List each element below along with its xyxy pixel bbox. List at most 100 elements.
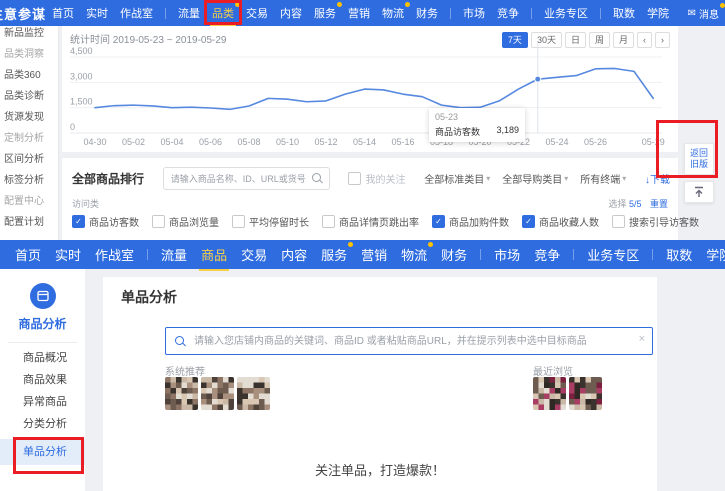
bottom-nav-item[interactable]: 交易	[241, 245, 267, 264]
filter-dropdown[interactable]: 所有终端▾	[580, 171, 626, 186]
ranking-search-input[interactable]	[169, 169, 308, 188]
sidebar-item[interactable]: 标签分析	[0, 170, 58, 191]
bottom-nav-item-label: 交易	[241, 248, 267, 263]
floating-widget: 返回 旧版	[684, 143, 714, 203]
recent-viewed-label: 最近浏览	[533, 363, 573, 378]
bottom-nav-item[interactable]: 市场	[494, 245, 520, 264]
top-nav-item[interactable]: 服务	[314, 5, 336, 21]
bottom-nav-item[interactable]: 实时	[55, 245, 81, 264]
top-nav-item-label: 流量	[178, 8, 200, 20]
top-nav-item[interactable]: 取数	[613, 5, 635, 21]
top-nav-item[interactable]: 作战室	[120, 5, 153, 21]
svg-text:05-06: 05-06	[199, 137, 222, 147]
metric-checkbox[interactable]: ✓商品加购件数	[432, 214, 509, 229]
metric-label: 商品收藏人数	[539, 214, 599, 229]
top-nav-item[interactable]: 营销	[348, 5, 370, 21]
slogan-text: 关注单品，打造爆款！	[103, 460, 657, 479]
bottom-nav-item[interactable]: 物流	[401, 245, 427, 264]
my-follow-checkbox[interactable]: 我的关注	[348, 171, 405, 186]
top-nav-item[interactable]: 首页	[52, 5, 74, 21]
metric-label: 商品浏览量	[169, 214, 219, 229]
metric-checkbox[interactable]: ✓商品访客数	[72, 214, 139, 229]
sidebar-item[interactable]: 配置计划	[0, 212, 58, 233]
metric-checkbox[interactable]: 商品浏览量	[152, 214, 219, 229]
product-thumbnail[interactable]	[201, 377, 234, 410]
svg-text:05-08: 05-08	[237, 137, 260, 147]
product-analysis-icon	[30, 283, 56, 309]
bottom-nav-item[interactable]: 服务	[321, 245, 347, 264]
product-thumbnail[interactable]	[569, 377, 602, 410]
back-to-old-version-button[interactable]: 返回 旧版	[684, 143, 714, 175]
bottom-nav-item[interactable]: 流量	[161, 245, 187, 264]
metric-checkbox[interactable]: ✓ 商品收藏人数	[522, 214, 599, 229]
filter-label: 所有终端	[580, 171, 620, 186]
bottom-nav-divider	[573, 249, 574, 260]
bottom-nav-item[interactable]: 首页	[15, 245, 41, 264]
sidebar-item[interactable]: 商品概况	[0, 347, 85, 369]
bottom-nav-item[interactable]: 业务专区	[587, 245, 639, 264]
sidebar-section-label: 品类洞察	[0, 44, 58, 65]
metric-checkbox[interactable]: 平均停留时长	[232, 214, 309, 229]
tooltip-value: 3,189	[496, 125, 519, 138]
bottom-nav-item[interactable]: 内容	[281, 245, 307, 264]
reset-button[interactable]: 重置	[650, 199, 668, 209]
sidebar-item[interactable]: 品类360	[0, 65, 58, 86]
top-nav-item[interactable]: 内容	[280, 5, 302, 21]
svg-text:05-29: 05-29	[642, 137, 665, 147]
top-nav-item[interactable]: 学院	[647, 5, 669, 21]
top-nav-item-label: 竞争	[497, 8, 519, 20]
checkbox-icon: ✓	[432, 215, 445, 228]
bottom-nav-item-label: 取数	[666, 248, 692, 263]
top-nav-item-label: 内容	[280, 8, 302, 20]
bottom-nav-item[interactable]: 取数	[666, 245, 692, 264]
top-nav-item[interactable]: 业务专区	[544, 5, 588, 21]
top-nav-item[interactable]: 市场	[463, 5, 485, 21]
top-nav-item-label: 作战室	[120, 8, 153, 20]
bottom-nav-item[interactable]: 财务	[441, 245, 467, 264]
top-nav-item[interactable]: 实时	[86, 5, 108, 21]
bottom-nav-item[interactable]: 商品	[201, 245, 227, 264]
item-search-input[interactable]	[192, 330, 626, 352]
bottom-nav-item-label: 服务	[321, 248, 347, 263]
clear-icon[interactable]: ×	[639, 333, 645, 345]
sidebar-item-single-item-analysis[interactable]: 单品分析	[0, 439, 85, 465]
svg-text:05-24: 05-24	[545, 137, 568, 147]
sidebar-item[interactable]: 商品效果	[0, 369, 85, 391]
bottom-nav-item-label: 营销	[361, 248, 387, 263]
bottom-nav-item[interactable]: 竞争	[534, 245, 560, 264]
bottom-nav-item[interactable]: 营销	[361, 245, 387, 264]
svg-text:05-14: 05-14	[353, 137, 376, 147]
product-thumbnail[interactable]	[237, 377, 270, 410]
metric-checkbox[interactable]: 搜索引导访客数	[612, 214, 699, 229]
sidebar-item[interactable]: 异常商品	[0, 391, 85, 413]
checkbox-icon: ✓	[522, 215, 535, 228]
sidebar-item[interactable]: 分类分析	[0, 413, 85, 435]
messages-button[interactable]: ✉ 消息	[688, 6, 719, 21]
top-nav-item[interactable]: 流量	[178, 5, 200, 21]
top-nav-divider	[165, 8, 166, 19]
svg-text:05-26: 05-26	[584, 137, 607, 147]
svg-text:0: 0	[70, 122, 75, 132]
top-nav-divider	[531, 8, 532, 19]
filter-dropdown[interactable]: 全部标准类目▾	[424, 171, 490, 186]
back-to-top-button[interactable]	[684, 181, 714, 203]
metric-label: 平均停留时长	[249, 214, 309, 229]
top-nav-item[interactable]: 交易	[246, 5, 268, 21]
bottom-nav-item[interactable]: 作战室	[95, 245, 134, 264]
sidebar-item[interactable]: 区间分析	[0, 149, 58, 170]
metric-checkbox[interactable]: 商品详情页跳出率	[322, 214, 419, 229]
bottom-nav-item[interactable]: 学院	[706, 245, 725, 264]
filter-dropdown[interactable]: 全部导购类目▾	[502, 171, 568, 186]
product-analysis-sidebar: 商品分析 商品概况商品效果异常商品分类分析单品分析	[0, 269, 85, 491]
top-nav-item[interactable]: 财务	[416, 5, 438, 21]
top-nav-item[interactable]: 品类	[212, 5, 234, 21]
product-thumbnail[interactable]	[533, 377, 566, 410]
top-nav-item[interactable]: 竞争	[497, 5, 519, 21]
sidebar-item[interactable]: 品类诊断	[0, 86, 58, 107]
chart-tooltip: 05-23 商品访客数 3,189	[429, 108, 525, 142]
download-button[interactable]: ↓下载	[645, 171, 670, 186]
sidebar-item[interactable]: 新品监控	[0, 26, 58, 44]
product-thumbnail[interactable]	[165, 377, 198, 410]
top-nav-item[interactable]: 物流	[382, 5, 404, 21]
sidebar-item[interactable]: 货源发现	[0, 107, 58, 128]
